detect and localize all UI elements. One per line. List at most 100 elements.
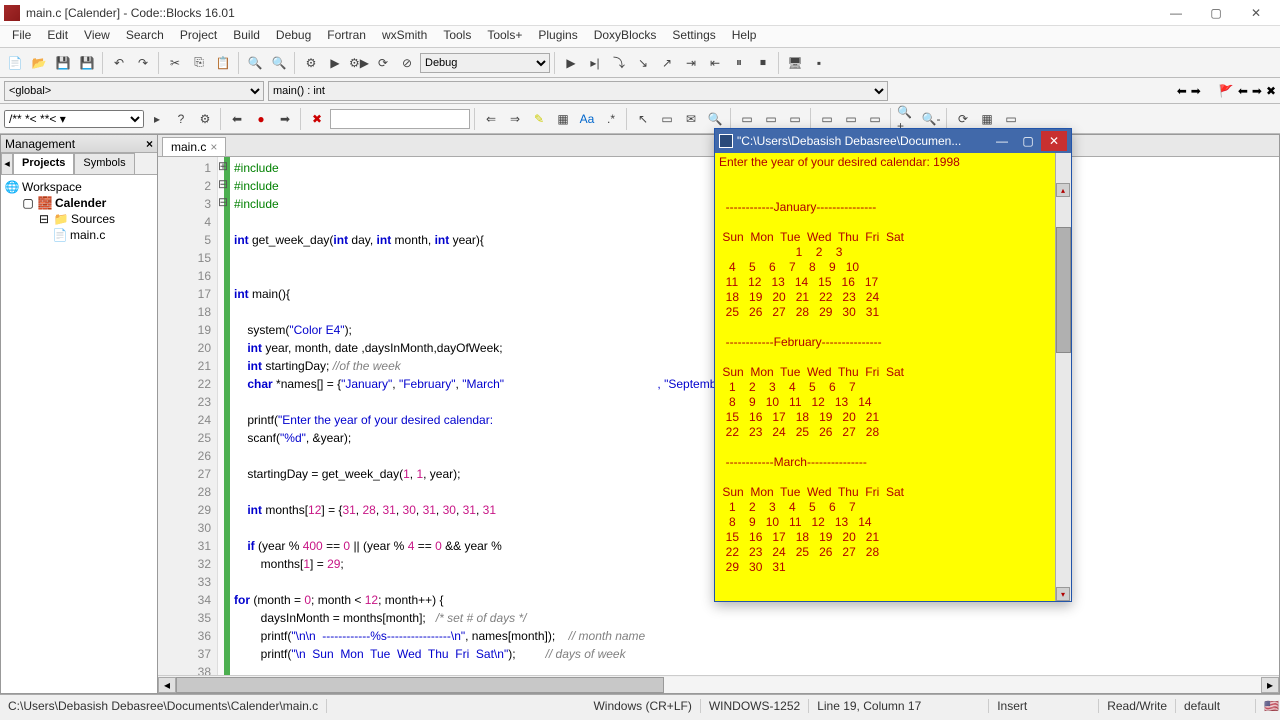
tab-symbols[interactable]: Symbols (74, 153, 134, 174)
scroll-left-icon[interactable]: ◂ (158, 677, 176, 693)
zoom-in-icon[interactable]: 🔍+ (896, 108, 918, 130)
console-titlebar[interactable]: "C:\Users\Debasish Debasree\Documen... ―… (715, 129, 1071, 153)
expand-icon[interactable]: ⊟ (37, 212, 51, 226)
build-run-icon[interactable]: ⚙▶ (348, 52, 370, 74)
menu-file[interactable]: File (4, 26, 39, 47)
highlight-icon[interactable]: ✎ (528, 108, 550, 130)
tree-project[interactable]: ▢🧱Calender (5, 195, 153, 211)
menu-settings[interactable]: Settings (664, 26, 723, 47)
console-minimize-button[interactable]: ― (989, 131, 1015, 151)
console-close-button[interactable]: ✕ (1041, 131, 1067, 151)
run-to-cursor-icon[interactable]: ▸| (584, 52, 606, 74)
replace-icon[interactable]: 🔍 (268, 52, 290, 74)
cut-icon[interactable]: ✂ (164, 52, 186, 74)
console-scroll-up-icon[interactable]: ▴ (1056, 183, 1070, 197)
jump-back-icon[interactable]: ⬅ (1177, 84, 1187, 98)
save-all-icon[interactable]: 💾 (76, 52, 98, 74)
save-icon[interactable]: 💾 (52, 52, 74, 74)
jump-fwd-icon[interactable]: ➡ (1191, 84, 1201, 98)
t3-icon[interactable]: ▭ (784, 108, 806, 130)
menu-edit[interactable]: Edit (39, 26, 76, 47)
debug-continue-icon[interactable]: ▶ (560, 52, 582, 74)
next-icon[interactable]: ➡ (274, 108, 296, 130)
tree-workspace[interactable]: 🌐Workspace (5, 179, 153, 195)
lang-icon[interactable]: 🇺🇸 (1256, 699, 1280, 713)
bookmark-prev-icon[interactable]: ⬅ (1238, 84, 1248, 98)
menu-toolsplus[interactable]: Tools+ (479, 26, 530, 47)
zoom-out-icon[interactable]: 🔍- (920, 108, 942, 130)
console-window[interactable]: "C:\Users\Debasish Debasree\Documen... ―… (714, 128, 1072, 602)
console-scroll-down-icon[interactable]: ▾ (1056, 587, 1070, 601)
t1-icon[interactable]: ▭ (736, 108, 758, 130)
t5-icon[interactable]: ▭ (840, 108, 862, 130)
back-nav-icon[interactable]: ⇐ (480, 108, 502, 130)
bookmark-toggle-icon[interactable]: 🚩 (1219, 84, 1234, 98)
menu-fortran[interactable]: Fortran (319, 26, 374, 47)
maximize-button[interactable]: ▢ (1196, 2, 1236, 24)
doxy-chm-icon[interactable]: ? (170, 108, 192, 130)
console-scroll-thumb[interactable] (1056, 227, 1071, 353)
break-icon[interactable]: ⏸ (728, 52, 750, 74)
editor-tab-mainc[interactable]: main.c × (162, 137, 226, 156)
cursor-icon[interactable]: ↖ (632, 108, 654, 130)
scroll-right-icon[interactable]: ▸ (1261, 677, 1279, 693)
next-line-icon[interactable]: ⤵ (608, 52, 630, 74)
match-case-icon[interactable]: Aa (576, 108, 598, 130)
select-icon[interactable]: ▭ (656, 108, 678, 130)
refresh-icon[interactable]: ⟳ (952, 108, 974, 130)
scope-right-select[interactable]: main() : int (268, 81, 888, 101)
console-maximize-button[interactable]: ▢ (1015, 131, 1041, 151)
bookmark-next-icon[interactable]: ➡ (1252, 84, 1262, 98)
new-file-icon[interactable]: 📄 (4, 52, 26, 74)
menu-view[interactable]: View (76, 26, 118, 47)
more-icon[interactable]: ▭ (1000, 108, 1022, 130)
menu-debug[interactable]: Debug (268, 26, 319, 47)
mail-icon[interactable]: ✉ (680, 108, 702, 130)
project-tree[interactable]: 🌐Workspace ▢🧱Calender ⊟📁Sources 📄main.c (1, 175, 157, 693)
console-output[interactable]: Enter the year of your desired calendar:… (715, 153, 1071, 601)
rebuild-icon[interactable]: ⟳ (372, 52, 394, 74)
menu-tools[interactable]: Tools (435, 26, 479, 47)
run-icon[interactable]: ▶ (324, 52, 346, 74)
zoom-icon[interactable]: 🔍 (704, 108, 726, 130)
build-target-select[interactable]: Debug (420, 53, 550, 73)
step-instr-icon[interactable]: ⇤ (704, 52, 726, 74)
fold-marker-column[interactable]: ⊞⊟⊟ (218, 157, 230, 675)
menu-build[interactable]: Build (225, 26, 268, 47)
search-input[interactable] (330, 109, 470, 129)
menu-help[interactable]: Help (724, 26, 765, 47)
doxy-run-icon[interactable]: ▸ (146, 108, 168, 130)
copy-icon[interactable]: ⎘ (188, 52, 210, 74)
menu-search[interactable]: Search (118, 26, 172, 47)
t4-icon[interactable]: ▭ (816, 108, 838, 130)
doxy-selector[interactable]: /** *< **< ▾ (4, 110, 144, 128)
breakpoint-icon[interactable]: ● (250, 108, 272, 130)
prev-icon[interactable]: ⬅ (226, 108, 248, 130)
next-instr-icon[interactable]: ⇥ (680, 52, 702, 74)
scope-left-select[interactable]: <global> (4, 81, 264, 101)
menu-plugins[interactable]: Plugins (530, 26, 585, 47)
editor-hscrollbar[interactable]: ◂ ▸ (158, 675, 1279, 693)
mgmt-tab-left-icon[interactable]: ◂ (1, 153, 13, 174)
minimize-button[interactable]: ― (1156, 2, 1196, 24)
step-into-icon[interactable]: ↘ (632, 52, 654, 74)
tree-file-mainc[interactable]: 📄main.c (5, 227, 153, 243)
build-icon[interactable]: ⚙ (300, 52, 322, 74)
expand-icon[interactable]: ▢ (21, 196, 35, 210)
bookmark-clear-icon[interactable]: ✖ (1266, 84, 1276, 98)
stop-debug-icon[interactable]: ⏹ (752, 52, 774, 74)
open-file-icon[interactable]: 📂 (28, 52, 50, 74)
doxy-cfg-icon[interactable]: ⚙ (194, 108, 216, 130)
scroll-thumb[interactable] (176, 677, 664, 693)
console-scrollbar[interactable]: ▴ ▾ (1055, 153, 1071, 601)
debug-windows-icon[interactable]: 🖥 (784, 52, 806, 74)
management-close-icon[interactable]: × (146, 137, 153, 151)
t6-icon[interactable]: ▭ (864, 108, 886, 130)
menu-doxyblocks[interactable]: DoxyBlocks (586, 26, 665, 47)
info-icon[interactable]: ▪ (808, 52, 830, 74)
undo-icon[interactable]: ↶ (108, 52, 130, 74)
fwd-nav-icon[interactable]: ⇒ (504, 108, 526, 130)
regex-icon[interactable]: .* (600, 108, 622, 130)
close-button[interactable]: ✕ (1236, 2, 1276, 24)
grid-icon[interactable]: ▦ (976, 108, 998, 130)
